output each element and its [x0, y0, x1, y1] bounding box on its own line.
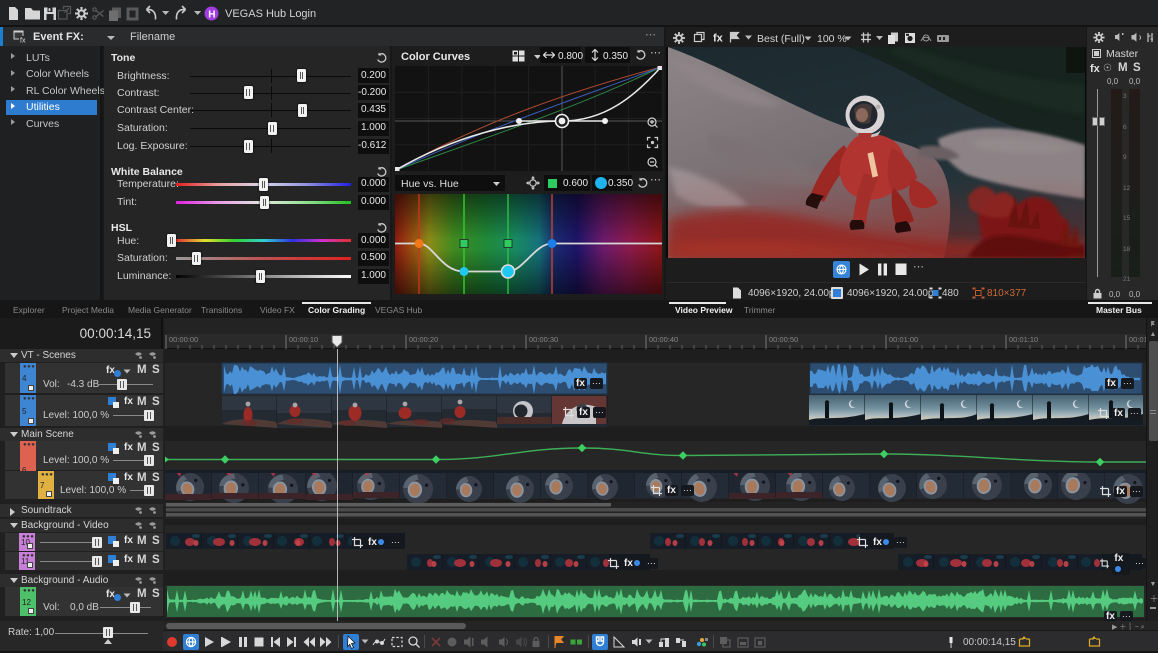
svg-text:H: H: [208, 9, 215, 20]
svg-text:fx: fx: [20, 38, 26, 44]
svg-text:00:01:20: 00:01:20: [1129, 335, 1146, 344]
svg-text:00:00:50: 00:00:50: [769, 335, 798, 344]
svg-text:fx: fx: [713, 33, 724, 45]
svg-text:00:01:00: 00:01:00: [889, 335, 918, 344]
svg-text:00:00:30: 00:00:30: [529, 335, 558, 344]
svg-text:00:01:10: 00:01:10: [1009, 335, 1038, 344]
svg-text:VEGAS Hub Login: VEGAS Hub Login: [225, 8, 316, 20]
svg-text:00:00:10: 00:00:10: [289, 335, 318, 344]
svg-text:00:00:40: 00:00:40: [649, 335, 678, 344]
svg-text:00:00:20: 00:00:20: [409, 335, 438, 344]
svg-text:00:00:00: 00:00:00: [169, 335, 198, 344]
